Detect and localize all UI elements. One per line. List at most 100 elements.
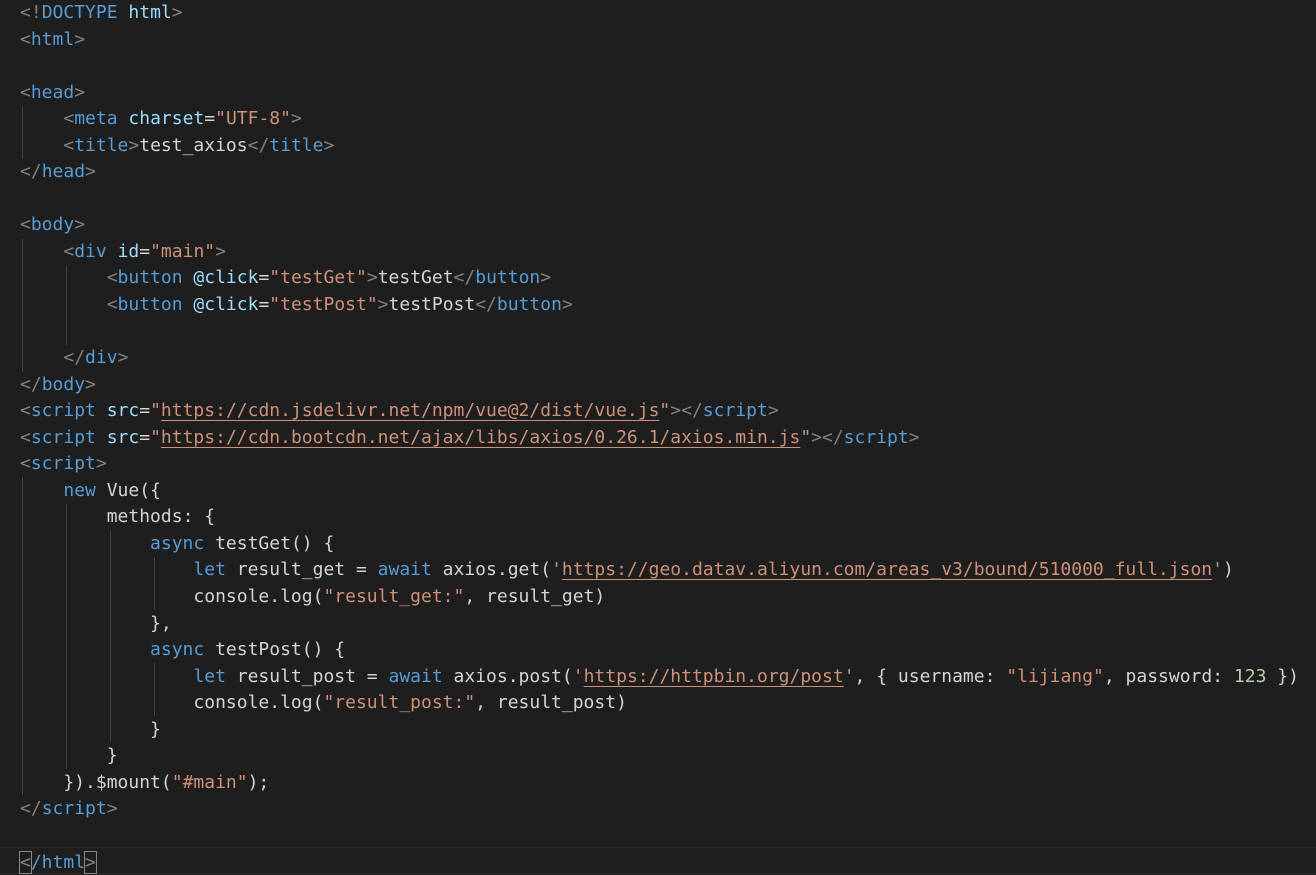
code-token: Vue bbox=[106, 479, 140, 501]
code-token: testGet bbox=[215, 532, 291, 554]
code-token: ({ bbox=[139, 479, 161, 501]
code-token: test_axios bbox=[139, 134, 248, 156]
code-line[interactable]: let result_post = await axios.post('http… bbox=[20, 664, 1316, 691]
code-line[interactable]: <meta charset="UTF-8"> bbox=[20, 106, 1316, 133]
code-line[interactable]: </html> bbox=[19, 850, 1316, 875]
code-token: = bbox=[258, 267, 270, 289]
code-token: div bbox=[85, 347, 118, 369]
code-token: let bbox=[193, 665, 226, 687]
code-line[interactable]: console.log("result_get:", result_get) bbox=[20, 584, 1316, 611]
code-token: 123 bbox=[1233, 665, 1267, 687]
code-line[interactable]: </div> bbox=[20, 345, 1316, 372]
code-token: > bbox=[106, 798, 118, 820]
code-token: log bbox=[280, 692, 313, 714]
code-token: ( bbox=[540, 559, 552, 581]
code-token: . bbox=[269, 586, 281, 608]
code-token: testPost bbox=[388, 294, 476, 316]
code-line[interactable]: }, bbox=[20, 611, 1316, 638]
code-line[interactable]: }).$mount("#main"); bbox=[20, 770, 1316, 797]
code-token: ' bbox=[572, 665, 584, 687]
code-line[interactable]: <title>test_axios</title> bbox=[20, 133, 1316, 160]
code-token: . bbox=[507, 665, 519, 687]
code-token: result_post bbox=[236, 665, 356, 687]
code-token: script bbox=[843, 426, 909, 448]
code-token: await bbox=[388, 665, 443, 687]
code-line[interactable]: let result_get = await axios.get('https:… bbox=[20, 557, 1316, 584]
code-token: testPost bbox=[215, 639, 302, 661]
code-line[interactable]: } bbox=[20, 717, 1316, 744]
code-line[interactable]: new Vue({ bbox=[20, 478, 1316, 505]
code-line[interactable]: methods: { bbox=[20, 504, 1316, 531]
code-token: }). bbox=[20, 771, 96, 793]
code-line[interactable]: </body> bbox=[20, 372, 1316, 399]
code-line[interactable]: <head> bbox=[20, 80, 1316, 107]
code-line[interactable]: <button @click="testPost">testPost</butt… bbox=[20, 292, 1316, 319]
code-token: title bbox=[74, 134, 129, 156]
code-token: = bbox=[139, 240, 151, 262]
code-token: " bbox=[150, 426, 161, 448]
code-token: > bbox=[323, 134, 335, 156]
code-token: ( bbox=[312, 586, 324, 608]
code-token: , bbox=[1103, 665, 1126, 687]
code-token: axios bbox=[442, 559, 497, 581]
code-token: </ bbox=[20, 373, 42, 395]
code-token: > bbox=[290, 108, 302, 130]
code-token: ></ bbox=[670, 400, 703, 422]
code-token: > bbox=[117, 347, 129, 369]
code-line[interactable]: async testGet() { bbox=[20, 531, 1316, 558]
code-token: html bbox=[30, 28, 75, 50]
code-line[interactable]: <body> bbox=[20, 212, 1316, 239]
code-token: script bbox=[30, 400, 96, 422]
code-token: < bbox=[20, 400, 31, 422]
code-token: script bbox=[30, 453, 96, 475]
code-editor[interactable]: <!DOCTYPE html> <html> <head> <meta chars… bbox=[0, 0, 1316, 875]
code-token: ( bbox=[160, 771, 172, 793]
code-token: < bbox=[63, 108, 75, 130]
code-line[interactable]: <button @click="testGet">testGet</button… bbox=[20, 265, 1316, 292]
code-token: body bbox=[30, 214, 75, 236]
code-token: " bbox=[659, 400, 671, 422]
code-token: </ bbox=[20, 798, 42, 820]
code-line[interactable]: </head> bbox=[20, 159, 1316, 186]
code-line[interactable]: <div id="main"> bbox=[20, 239, 1316, 266]
code-token: meta bbox=[74, 108, 118, 130]
code-line[interactable]: </script> bbox=[20, 796, 1316, 823]
code-token: }, bbox=[20, 612, 172, 634]
code-line[interactable]: <!DOCTYPE html> bbox=[20, 0, 1316, 27]
code-line[interactable]: <script src="https://cdn.bootcdn.net/aja… bbox=[20, 425, 1316, 452]
code-token: , bbox=[475, 692, 497, 714]
code-line[interactable] bbox=[20, 319, 1316, 346]
code-token: ></ bbox=[811, 426, 844, 448]
code-line[interactable] bbox=[20, 186, 1316, 213]
code-token: async bbox=[150, 532, 205, 554]
code-token: < bbox=[106, 294, 118, 316]
code-token: " bbox=[150, 400, 161, 422]
code-token: https://geo.datav.aliyun.com/areas_v3/bo… bbox=[561, 559, 1213, 581]
code-token: ) bbox=[594, 586, 606, 608]
code-token: log bbox=[280, 586, 313, 608]
code-line[interactable]: <script src="https://cdn.jsdelivr.net/np… bbox=[20, 398, 1316, 425]
code-line[interactable]: console.log("result_post:", result_post) bbox=[20, 690, 1316, 717]
code-token: > bbox=[908, 426, 920, 448]
code-token: testGet bbox=[377, 267, 454, 289]
code-token: = bbox=[139, 426, 151, 448]
code-token: "main" bbox=[150, 240, 216, 262]
code-token: > bbox=[84, 850, 97, 874]
code-token: button bbox=[496, 294, 562, 316]
code-token: "testPost" bbox=[269, 294, 378, 316]
code-line[interactable]: <html> bbox=[20, 27, 1316, 54]
code-line[interactable]: async testPost() { bbox=[20, 637, 1316, 664]
code-line[interactable]: } bbox=[20, 743, 1316, 770]
code-token: head bbox=[41, 161, 86, 183]
code-line[interactable]: <script> bbox=[20, 451, 1316, 478]
code-line[interactable] bbox=[20, 823, 1316, 850]
code-area[interactable]: <!DOCTYPE html> <html> <head> <meta chars… bbox=[19, 0, 1316, 875]
code-token: "UTF-8" bbox=[215, 108, 291, 130]
code-line[interactable] bbox=[20, 53, 1316, 80]
